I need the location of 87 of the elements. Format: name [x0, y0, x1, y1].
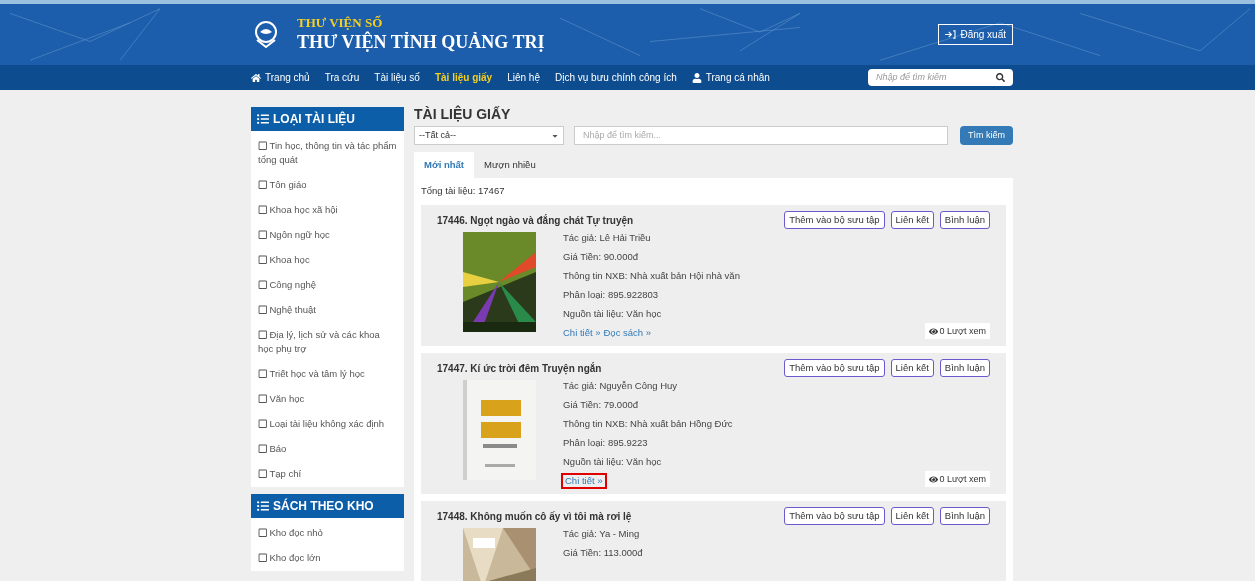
search-placeholder: Nhập để tìm kiếm... — [583, 128, 662, 142]
checkbox-icon — [258, 204, 268, 214]
home-icon — [251, 72, 261, 83]
checkbox-icon — [258, 329, 268, 339]
document-link[interactable]: Chi tiết » — [563, 475, 605, 488]
checkbox-icon — [258, 368, 268, 378]
filter-checkbox[interactable]: Báo — [258, 442, 397, 456]
filter-checkbox[interactable]: Tạp chí — [258, 467, 397, 481]
nav-link[interactable]: Liên hệ — [507, 70, 540, 85]
checkbox-icon — [258, 304, 268, 314]
action-button[interactable]: Liên kết — [890, 507, 934, 526]
tab[interactable]: Mới nhất — [414, 152, 474, 178]
action-button[interactable]: Bình luận — [939, 359, 990, 378]
page-title: TÀI LIỆU GIẤY — [414, 107, 512, 121]
panel-title: LOẠI TÀI LIỆU — [273, 110, 355, 128]
list-icon — [257, 500, 269, 512]
checkbox-icon — [258, 418, 268, 428]
filter-checkbox[interactable]: Tôn giáo — [258, 178, 397, 192]
document-link[interactable]: Chi tiết » — [563, 327, 601, 340]
document-field: Nguồn tài liệu: Văn học — [563, 456, 733, 469]
logout-icon — [945, 30, 957, 39]
filter-checkbox[interactable]: Kho đọc nhỏ — [258, 526, 397, 540]
document-field: Phân loại: 895.9223 — [563, 437, 733, 450]
document-title[interactable]: 17446. Ngọt ngào và đắng chát Tự truyện — [437, 213, 634, 229]
document-field: Nguồn tài liệu: Văn học — [563, 308, 740, 321]
filter-checkbox[interactable]: Loại tài liệu không xác định — [258, 417, 397, 431]
search-button[interactable]: Tìm kiếm — [960, 126, 1013, 145]
filter-checkbox[interactable]: Tin học, thông tin và tác phẩm tổng quát — [258, 139, 397, 167]
document-field: Phân loại: 895.922803 — [563, 289, 740, 302]
document-field: Tác giả: Lê Hải Triều — [563, 232, 740, 245]
action-button[interactable]: Bình luận — [939, 211, 990, 230]
eye-icon — [928, 474, 938, 484]
search-icon — [996, 73, 1005, 82]
action-button[interactable]: Thêm vào bộ sưu tập — [784, 359, 885, 378]
nav-link[interactable]: Tài liệu số — [374, 70, 420, 85]
eye-icon — [928, 326, 938, 336]
nav-link[interactable]: Tài liệu giấy — [434, 70, 493, 85]
document-link[interactable]: Đọc sách » — [603, 327, 652, 340]
nav-link[interactable]: Trang chủ — [251, 70, 310, 85]
document-field: Tác giả: Ya - Ming — [563, 528, 643, 541]
user-icon — [691, 72, 702, 83]
document-field: Thông tin NXB: Nhà xuất bản Hồng Đức — [563, 418, 733, 431]
checkbox-icon — [258, 468, 268, 478]
action-button[interactable]: Liên kết — [890, 359, 934, 378]
filter-checkbox[interactable]: Địa lý, lịch sử và các khoa học phụ trợ — [258, 328, 397, 356]
document-field: Giá Tiền: 113.000đ — [563, 547, 643, 560]
total-count: Tổng tài liệu: 17467 — [421, 184, 506, 198]
checkbox-icon — [258, 279, 268, 289]
checkbox-icon — [258, 527, 268, 537]
action-button[interactable]: Liên kết — [890, 211, 934, 230]
checkbox-icon — [258, 140, 268, 150]
checkbox-icon — [258, 393, 268, 403]
document-title[interactable]: 17447. Kí ức trời đêm Truyện ngắn — [437, 361, 602, 377]
filter-checkbox[interactable]: Triết học và tâm lý học — [258, 367, 397, 381]
site-subtitle: THƯ VIỆN SỐ — [297, 15, 384, 31]
filter-checkbox[interactable]: Khoa học xã hội — [258, 203, 397, 217]
panel-title: SÁCH THEO KHO — [273, 497, 374, 515]
checkbox-icon — [258, 229, 268, 239]
checkbox-icon — [258, 552, 268, 562]
view-count: 0 Lượt xem — [924, 471, 990, 488]
filter-checkbox[interactable]: Ngôn ngữ học — [258, 228, 397, 242]
action-button[interactable]: Thêm vào bộ sưu tập — [784, 211, 885, 230]
filter-checkbox[interactable]: Nghệ thuật — [258, 303, 397, 317]
document-title[interactable]: 17448. Không muốn cô ấy vì tôi mà rơi lệ — [437, 509, 632, 525]
category-select[interactable]: --Tất cả-- — [414, 126, 564, 145]
filter-checkbox[interactable]: Khoa học — [258, 253, 397, 267]
tab[interactable]: Mượn nhiều — [474, 152, 546, 178]
nav-link[interactable]: Dịch vụ bưu chính công ích — [554, 70, 677, 85]
nav-link[interactable]: Trang cá nhân — [691, 70, 770, 85]
document-field: Tác giả: Nguyễn Công Huy — [563, 380, 733, 393]
document-field: Giá Tiền: 79.000đ — [563, 399, 733, 412]
logout-button[interactable]: Đăng xuất — [938, 24, 1013, 45]
filter-checkbox[interactable]: Kho đọc lớn — [258, 551, 397, 565]
document-field: Giá Tiền: 90.000đ — [563, 251, 740, 264]
checkbox-icon — [258, 179, 268, 189]
checkbox-icon — [258, 254, 268, 264]
action-button[interactable]: Bình luận — [939, 507, 990, 526]
search-placeholder: Nhập để tìm kiếm — [876, 70, 947, 84]
checkbox-icon — [258, 443, 268, 453]
filter-checkbox[interactable]: Công nghệ — [258, 278, 397, 292]
nav-link[interactable]: Tra cứu — [324, 70, 360, 85]
view-count: 0 Lượt xem — [924, 323, 990, 340]
document-field: Thông tin NXB: Nhà xuất bản Hội nhà văn — [563, 270, 740, 283]
action-button[interactable]: Thêm vào bộ sưu tập — [784, 507, 885, 526]
filter-checkbox[interactable]: Văn học — [258, 392, 397, 406]
site-title: THƯ VIỆN TỈNH QUẢNG TRỊ — [297, 31, 545, 54]
list-icon — [257, 113, 269, 125]
